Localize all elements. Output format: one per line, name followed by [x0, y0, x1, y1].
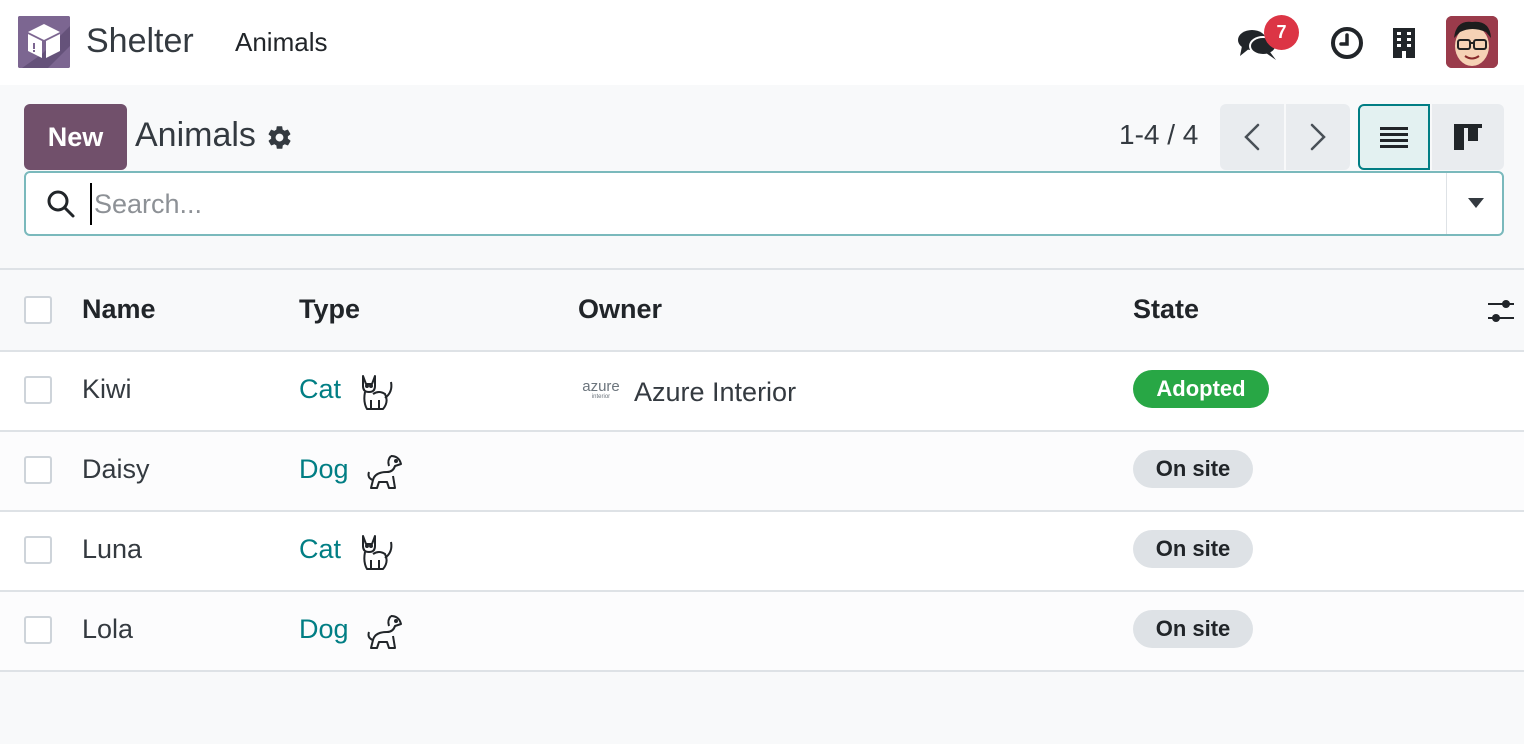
- cell-name: Kiwi: [82, 374, 132, 404]
- list-icon: [1380, 127, 1408, 148]
- status-badge: Adopted: [1133, 370, 1269, 408]
- menu-item-animals[interactable]: Animals: [235, 27, 327, 58]
- cell-type[interactable]: Dog: [299, 454, 349, 485]
- cell-name: Luna: [82, 534, 143, 564]
- select-all-checkbox[interactable]: [24, 296, 52, 324]
- pager-next-button[interactable]: [1286, 104, 1350, 170]
- cat-icon: [357, 372, 397, 412]
- status-badge: On site: [1133, 610, 1253, 648]
- chevron-right-icon: [1310, 123, 1326, 151]
- column-header-owner[interactable]: Owner: [578, 294, 662, 325]
- column-header-state[interactable]: State: [1133, 294, 1199, 325]
- table-row[interactable]: Kiwi Cat azure interior Azure Interior Ad…: [0, 352, 1524, 432]
- building-icon[interactable]: [1392, 28, 1416, 58]
- table-row[interactable]: Lola Dog On site: [0, 592, 1524, 672]
- caret-down-icon: [1468, 198, 1484, 208]
- search-options-toggle[interactable]: [1446, 173, 1504, 234]
- app-name[interactable]: Shelter: [86, 22, 194, 61]
- cat-icon: [357, 532, 397, 572]
- new-button[interactable]: New: [24, 104, 127, 170]
- cell-owner[interactable]: Azure Interior: [634, 377, 796, 408]
- cell-type[interactable]: Dog: [299, 614, 349, 645]
- user-avatar[interactable]: [1446, 16, 1498, 68]
- row-checkbox[interactable]: [24, 376, 52, 404]
- row-checkbox[interactable]: [24, 456, 52, 484]
- pager-value[interactable]: 1-4 / 4: [1119, 119, 1198, 151]
- search-icon: [46, 189, 76, 219]
- owner-logo: azure interior: [582, 378, 620, 400]
- row-checkbox[interactable]: [24, 616, 52, 644]
- pager-previous-button[interactable]: [1220, 104, 1284, 170]
- cell-type[interactable]: Cat: [299, 374, 341, 405]
- chevron-left-icon: [1244, 123, 1260, 151]
- table-row[interactable]: Luna Cat On site: [0, 512, 1524, 592]
- app-box-icon[interactable]: [18, 16, 70, 68]
- row-checkbox[interactable]: [24, 536, 52, 564]
- messages-count-badge: 7: [1264, 15, 1299, 50]
- list-view-button[interactable]: [1358, 104, 1430, 170]
- dog-icon: [365, 452, 405, 492]
- gear-icon[interactable]: [266, 124, 293, 151]
- clock-icon[interactable]: [1329, 25, 1365, 61]
- status-badge: On site: [1133, 450, 1253, 488]
- top-navbar: Shelter Animals 7: [0, 0, 1524, 85]
- list-header: Name Type Owner State: [0, 270, 1524, 352]
- kanban-view-button[interactable]: [1432, 104, 1504, 170]
- table-row[interactable]: Daisy Dog On site: [0, 432, 1524, 512]
- kanban-icon: [1454, 124, 1482, 150]
- search-bar: [24, 171, 1504, 236]
- page-title[interactable]: Animals: [135, 116, 256, 155]
- animals-list: Name Type Owner State Kiwi Cat azure int…: [0, 268, 1524, 672]
- search-input[interactable]: [90, 183, 1430, 225]
- dog-icon: [365, 612, 405, 652]
- status-badge: On site: [1133, 530, 1253, 568]
- cell-name: Daisy: [82, 454, 150, 484]
- optional-columns-icon[interactable]: [1486, 296, 1516, 326]
- cell-name: Lola: [82, 614, 134, 644]
- cell-type[interactable]: Cat: [299, 534, 341, 565]
- column-header-name[interactable]: Name: [82, 294, 156, 325]
- column-header-type[interactable]: Type: [299, 294, 360, 325]
